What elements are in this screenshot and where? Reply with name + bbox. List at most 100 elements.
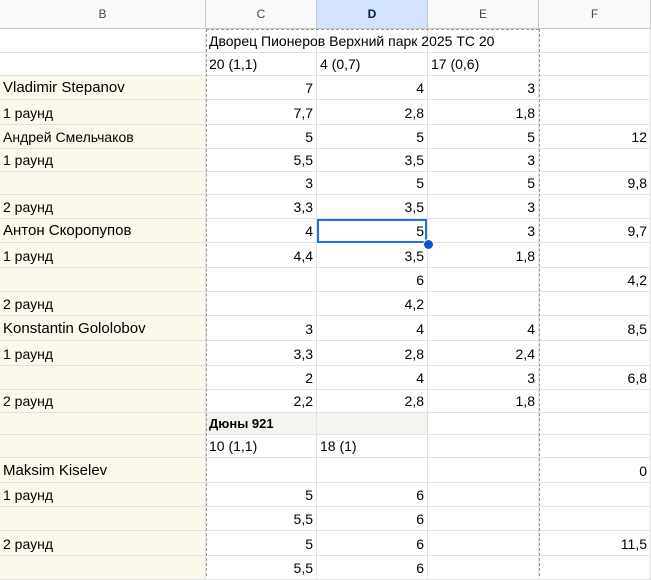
cell-b-row-15[interactable] bbox=[0, 366, 206, 390]
cell-d-row-15[interactable]: 4 bbox=[317, 366, 428, 390]
cell-f-row-6[interactable] bbox=[539, 149, 651, 172]
cell-e-row-11[interactable] bbox=[428, 268, 539, 292]
cell-c-row-16[interactable]: 2,2 bbox=[206, 390, 317, 413]
cell-c-row-14[interactable]: 3,3 bbox=[206, 341, 317, 366]
cell-f-row-22[interactable]: 11,5 bbox=[539, 531, 651, 556]
cell-e-row-18[interactable] bbox=[428, 435, 539, 458]
cell-b-row-20[interactable]: 1 раунд bbox=[0, 483, 206, 507]
cell-e-row-22[interactable] bbox=[428, 531, 539, 556]
cell-d-row-19[interactable] bbox=[317, 458, 428, 483]
cell-e-row-23[interactable] bbox=[428, 556, 539, 580]
cell-e-row-7[interactable]: 5 bbox=[428, 172, 539, 195]
cell-e-row-2[interactable]: 17 (0,6) bbox=[428, 53, 539, 76]
cell-e-row-9[interactable]: 3 bbox=[428, 219, 539, 243]
cell-d-row-9[interactable]: 5 bbox=[317, 219, 428, 243]
cell-e-row-15[interactable]: 3 bbox=[428, 366, 539, 390]
cell-d-row-12[interactable]: 4,2 bbox=[317, 292, 428, 316]
cell-c-row-20[interactable]: 5 bbox=[206, 483, 317, 507]
cell-f-row-16[interactable] bbox=[539, 390, 651, 413]
cell-e-row-12[interactable] bbox=[428, 292, 539, 316]
cell-c-row-10[interactable]: 4,4 bbox=[206, 243, 317, 268]
cell-b-row-2[interactable] bbox=[0, 53, 206, 76]
cell-c-row-1[interactable]: Дворец Пионеров Верхний парк 2025 ТС 20 bbox=[206, 29, 494, 53]
cell-d-row-13[interactable]: 4 bbox=[317, 316, 428, 341]
cell-f-row-1[interactable] bbox=[539, 29, 651, 53]
cell-f-row-7[interactable]: 9,8 bbox=[539, 172, 651, 195]
column-header-e[interactable]: E bbox=[428, 0, 539, 29]
cell-b-row-11[interactable] bbox=[0, 268, 206, 292]
cell-d-row-20[interactable]: 6 bbox=[317, 483, 428, 507]
cell-f-row-20[interactable] bbox=[539, 483, 651, 507]
cell-f-row-8[interactable] bbox=[539, 195, 651, 219]
cell-c-row-22[interactable]: 5 bbox=[206, 531, 317, 556]
cell-b-row-14[interactable]: 1 раунд bbox=[0, 341, 206, 366]
cell-b-row-1[interactable] bbox=[0, 29, 206, 53]
column-header-b[interactable]: B bbox=[0, 0, 206, 29]
cell-e-row-13[interactable]: 4 bbox=[428, 316, 539, 341]
cell-d-row-17[interactable] bbox=[317, 413, 428, 435]
cell-c-row-5[interactable]: 5 bbox=[206, 125, 317, 149]
cell-e-row-21[interactable] bbox=[428, 507, 539, 531]
spreadsheet-grid[interactable]: B C D E F Дворец Пионеров Верхний парк 2025 Т… bbox=[0, 0, 651, 580]
cell-d-row-4[interactable]: 2,8 bbox=[317, 100, 428, 125]
cell-f-row-13[interactable]: 8,5 bbox=[539, 316, 651, 341]
cell-e-row-8[interactable]: 3 bbox=[428, 195, 539, 219]
cell-d-row-8[interactable]: 3,5 bbox=[317, 195, 428, 219]
cell-d-row-7[interactable]: 5 bbox=[317, 172, 428, 195]
cell-e-row-14[interactable]: 2,4 bbox=[428, 341, 539, 366]
cell-c-row-7[interactable]: 3 bbox=[206, 172, 317, 195]
cell-c-row-3[interactable]: 7 bbox=[206, 76, 317, 100]
cell-d-row-10[interactable]: 3,5 bbox=[317, 243, 428, 268]
cell-e-row-20[interactable] bbox=[428, 483, 539, 507]
cell-e-row-17[interactable] bbox=[428, 413, 539, 435]
cell-f-row-12[interactable] bbox=[539, 292, 651, 316]
cell-b-row-5[interactable]: Андрей Смельчаков bbox=[0, 125, 206, 149]
cell-d-row-21[interactable]: 6 bbox=[317, 507, 428, 531]
cell-b-row-22[interactable]: 2 раунд bbox=[0, 531, 206, 556]
cell-d-row-23[interactable]: 6 bbox=[317, 556, 428, 580]
cell-e-row-10[interactable]: 1,8 bbox=[428, 243, 539, 268]
cell-c-row-6[interactable]: 5,5 bbox=[206, 149, 317, 172]
cell-b-row-8[interactable]: 2 раунд bbox=[0, 195, 206, 219]
cell-b-row-3[interactable]: Vladimir Stepanov bbox=[0, 76, 206, 100]
cell-f-row-15[interactable]: 6,8 bbox=[539, 366, 651, 390]
cell-b-row-23[interactable] bbox=[0, 556, 206, 580]
column-header-d[interactable]: D bbox=[317, 0, 428, 29]
column-header-c[interactable]: C bbox=[206, 0, 317, 29]
cell-f-row-17[interactable] bbox=[539, 413, 651, 435]
cell-f-row-18[interactable] bbox=[539, 435, 651, 458]
cell-f-row-23[interactable] bbox=[539, 556, 651, 580]
cell-d-row-3[interactable]: 4 bbox=[317, 76, 428, 100]
cell-c-row-18[interactable]: 10 (1,1) bbox=[206, 435, 317, 458]
cell-c-row-13[interactable]: 3 bbox=[206, 316, 317, 341]
cell-e-row-4[interactable]: 1,8 bbox=[428, 100, 539, 125]
cell-b-row-9[interactable]: Антон Скоропупов bbox=[0, 219, 206, 243]
cell-c-row-21[interactable]: 5,5 bbox=[206, 507, 317, 531]
cell-d-row-11[interactable]: 6 bbox=[317, 268, 428, 292]
cell-d-row-6[interactable]: 3,5 bbox=[317, 149, 428, 172]
cell-e-row-19[interactable] bbox=[428, 458, 539, 483]
cell-f-row-21[interactable] bbox=[539, 507, 651, 531]
cell-b-row-10[interactable]: 1 раунд bbox=[0, 243, 206, 268]
cell-f-row-11[interactable]: 4,2 bbox=[539, 268, 651, 292]
cell-d-row-14[interactable]: 2,8 bbox=[317, 341, 428, 366]
cell-f-row-4[interactable] bbox=[539, 100, 651, 125]
cell-b-row-16[interactable]: 2 раунд bbox=[0, 390, 206, 413]
cell-b-row-19[interactable]: Maksim Kiselev bbox=[0, 458, 206, 483]
cell-c-row-15[interactable]: 2 bbox=[206, 366, 317, 390]
column-header-f[interactable]: F bbox=[539, 0, 651, 29]
cell-b-row-6[interactable]: 1 раунд bbox=[0, 149, 206, 172]
cell-e-row-5[interactable]: 5 bbox=[428, 125, 539, 149]
cell-b-row-13[interactable]: Konstantin Gololobov bbox=[0, 316, 206, 341]
cell-e-row-16[interactable]: 1,8 bbox=[428, 390, 539, 413]
cell-e-row-3[interactable]: 3 bbox=[428, 76, 539, 100]
cell-f-row-10[interactable] bbox=[539, 243, 651, 268]
cell-c-row-19[interactable] bbox=[206, 458, 317, 483]
cell-f-row-2[interactable] bbox=[539, 53, 651, 76]
cell-f-row-9[interactable]: 9,7 bbox=[539, 219, 651, 243]
cell-d-row-5[interactable]: 5 bbox=[317, 125, 428, 149]
cell-c-row-17[interactable]: Дюны 921 bbox=[206, 413, 317, 435]
cell-c-row-9[interactable]: 4 bbox=[206, 219, 317, 243]
cell-c-row-2[interactable]: 20 (1,1) bbox=[206, 53, 317, 76]
cell-b-row-17[interactable] bbox=[0, 413, 206, 435]
